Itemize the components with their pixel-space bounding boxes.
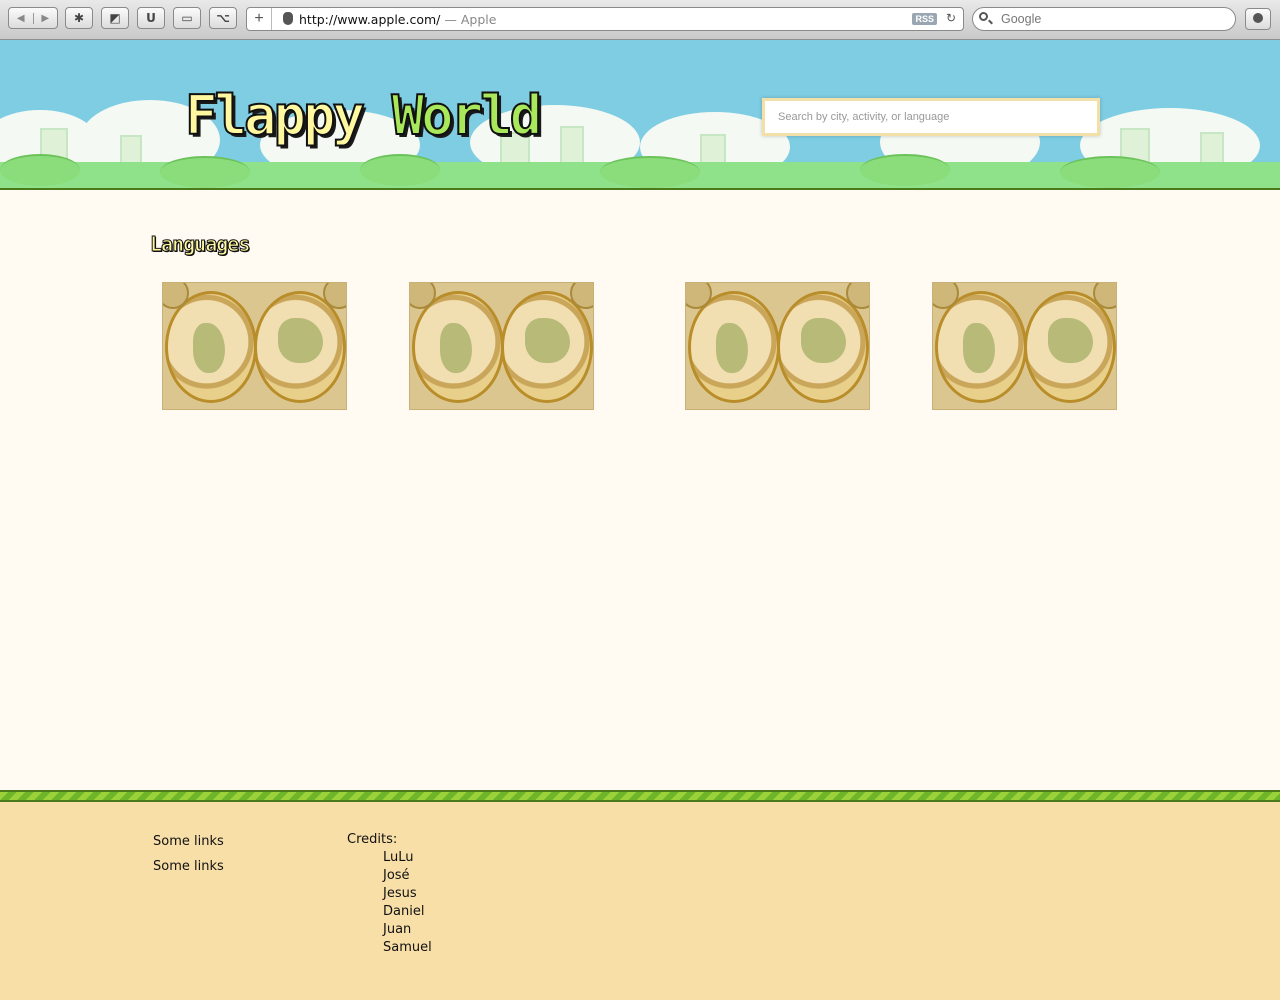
- url-value: http://www.apple.com/: [299, 12, 441, 27]
- footer-link[interactable]: Some links: [153, 834, 224, 849]
- credit-name: Daniel: [383, 904, 425, 919]
- map-land-decoration: [801, 318, 846, 363]
- logo-word-2: World: [391, 84, 544, 147]
- option-icon-button[interactable]: ⌥: [209, 7, 237, 29]
- map-land-decoration: [193, 323, 225, 373]
- logo-word-1: Flappy: [184, 84, 366, 147]
- address-bar[interactable]: + http://www.apple.com/ — Apple RSS ↻: [246, 7, 964, 31]
- reader-icon-button[interactable]: ◩: [101, 7, 129, 29]
- language-thumbnail[interactable]: [162, 282, 347, 410]
- language-thumbnail[interactable]: [685, 282, 870, 410]
- credit-name: José: [383, 868, 410, 883]
- credit-name: LuLu: [383, 850, 414, 865]
- language-thumbnail[interactable]: [932, 282, 1117, 410]
- bush-decoration: [860, 154, 950, 186]
- back-icon[interactable]: ◀: [9, 13, 33, 24]
- footer-stripe: [0, 790, 1280, 802]
- browser-search-placeholder: Google: [1001, 12, 1042, 26]
- map-land-decoration: [716, 323, 748, 373]
- forward-icon[interactable]: ▶: [32, 12, 58, 24]
- reload-icon[interactable]: ↻: [946, 11, 956, 25]
- bush-decoration: [360, 154, 440, 186]
- u-icon-button[interactable]: U: [137, 7, 165, 29]
- bush-decoration: [160, 156, 250, 188]
- apple-favicon-icon: [283, 12, 293, 25]
- site-logo[interactable]: Flappy World: [184, 88, 543, 144]
- footer: Some links Some links Credits: LuLu José…: [0, 802, 1280, 1000]
- back-forward-buttons[interactable]: ◀ ▶: [8, 7, 58, 29]
- bush-decoration: [1060, 156, 1160, 188]
- map-land-decoration: [525, 318, 570, 363]
- add-bookmark-button[interactable]: +: [247, 8, 272, 30]
- credit-name: Juan: [383, 922, 412, 937]
- section-title: Languages: [149, 232, 250, 257]
- footer-link[interactable]: Some links: [153, 859, 224, 874]
- downloads-icon[interactable]: [1245, 8, 1271, 30]
- address-text[interactable]: http://www.apple.com/ — Apple: [299, 12, 496, 27]
- map-land-decoration: [963, 323, 995, 373]
- credit-name: Samuel: [383, 940, 432, 955]
- site-search-input[interactable]: Search by city, activity, or language: [762, 98, 1100, 136]
- rss-badge[interactable]: RSS: [912, 13, 937, 25]
- map-land-decoration: [278, 318, 323, 363]
- keyboard-icon-button[interactable]: ▭: [173, 7, 201, 29]
- bush-decoration: [0, 154, 80, 186]
- header-stripe: [0, 188, 1280, 190]
- browser-search-field[interactable]: Google: [972, 7, 1236, 31]
- map-land-decoration: [440, 323, 472, 373]
- credits-label: Credits:: [347, 832, 398, 847]
- main-content: Languages: [0, 200, 1280, 790]
- page-title-suffix: — Apple: [444, 12, 497, 27]
- credit-name: Jesus: [383, 886, 417, 901]
- bug-icon-button[interactable]: ✱: [65, 7, 93, 29]
- search-icon: [979, 12, 988, 21]
- browser-toolbar: ◀ ▶ ✱ ◩ U ▭ ⌥ + http://www.apple.com/ — A…: [0, 0, 1280, 40]
- bush-decoration: [600, 156, 700, 188]
- header-banner: Flappy World Search by city, activity, o…: [0, 40, 1280, 190]
- language-thumbnail[interactable]: [409, 282, 594, 410]
- map-land-decoration: [1048, 318, 1093, 363]
